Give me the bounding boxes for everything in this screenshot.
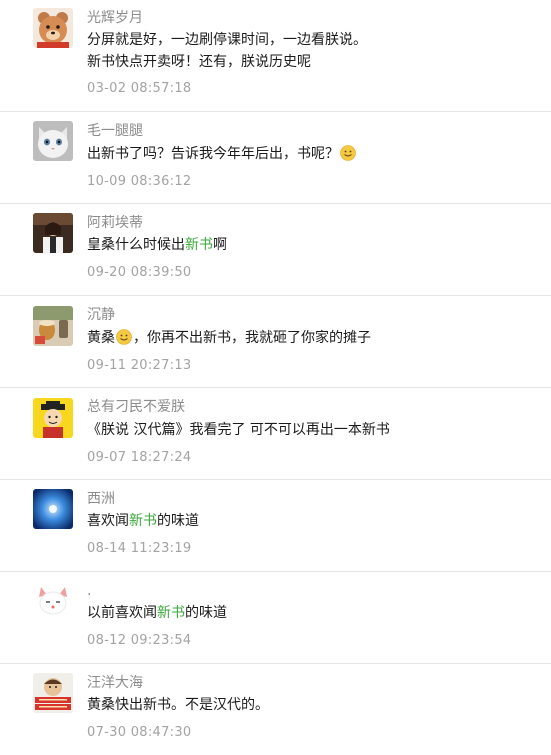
- bear-avatar-icon: [33, 8, 73, 48]
- commenter-name[interactable]: 总有刁民不爱朕: [87, 398, 185, 416]
- smile-emoji-icon: [116, 329, 132, 345]
- highlight-keyword[interactable]: 新书: [129, 513, 157, 529]
- comment-timestamp: 09-20 08:39:50: [87, 265, 192, 280]
- commenter-name[interactable]: 毛一腿腿: [87, 122, 143, 140]
- smile-emoji-icon: [340, 145, 356, 161]
- commenter-name[interactable]: 阿莉埃蒂: [87, 214, 143, 232]
- comment-text: 《朕说 汉代篇》我看完了 可不可以再出一本新书: [87, 422, 390, 438]
- avatar[interactable]: [33, 8, 73, 48]
- comment-timestamp: 03-02 08:57:18: [87, 81, 192, 96]
- comment-text: 以前喜欢闻新书的味道: [87, 605, 227, 621]
- comment-item: . 以前喜欢闻新书的味道 08-12 09:23:54: [0, 572, 551, 664]
- comment-timestamp: 09-07 18:27:24: [87, 450, 192, 465]
- comment-text: 喜欢闻新书的味道: [87, 513, 199, 529]
- blue-glow-avatar-icon: [33, 489, 73, 529]
- commenter-name[interactable]: 沉静: [87, 306, 115, 324]
- avatar[interactable]: [33, 673, 73, 713]
- comment-text: 黄桑 ，你再不出新书，我就砸了你家的摊子: [87, 329, 371, 346]
- cartoon-badge-avatar-icon: [33, 673, 73, 713]
- comment-item: 毛一腿腿 出新书了吗？告诉我今年年后出，书呢？ 10-09 08:36:12: [0, 112, 551, 204]
- comment-text: 分屏就是好，一边刷停课时间，一边看朕说。: [87, 32, 367, 48]
- comment-timestamp: 08-14 11:23:19: [87, 541, 192, 556]
- avatar[interactable]: [33, 581, 73, 621]
- comment-text: 出新书了吗？告诉我今年年后出，书呢？: [87, 144, 357, 164]
- comment-item: 总有刁民不爱朕 《朕说 汉代篇》我看完了 可不可以再出一本新书 09-07 18…: [0, 388, 551, 480]
- cat-avatar-icon: [33, 121, 73, 161]
- comment-text: 皇桑什么时候出新书啊: [87, 237, 227, 253]
- comment-timestamp: 10-09 08:36:12: [87, 174, 192, 189]
- comment-timestamp: 07-30 08:47:30: [87, 725, 192, 740]
- comment-list: 光辉岁月 分屏就是好，一边刷停课时间，一边看朕说。 新书快点开卖呀！还有，朕说历…: [0, 0, 551, 755]
- comment-item: 汪洋大海 黄桑快出新书。不是汉代的。 07-30 08:47:30: [0, 664, 551, 755]
- commenter-name[interactable]: 光辉岁月: [87, 9, 143, 27]
- comment-item: 西洲 喜欢闻新书的味道 08-14 11:23:19: [0, 480, 551, 572]
- comment-item: 沉静 黄桑 ，你再不出新书，我就砸了你家的摊子 09-11 20:27:13: [0, 296, 551, 388]
- commenter-name[interactable]: 西洲: [87, 490, 115, 508]
- comment-timestamp: 08-12 09:23:54: [87, 633, 192, 648]
- avatar[interactable]: [33, 121, 73, 161]
- commenter-name[interactable]: .: [87, 582, 91, 600]
- comment-item: 光辉岁月 分屏就是好，一边刷停课时间，一边看朕说。 新书快点开卖呀！还有，朕说历…: [0, 0, 551, 112]
- commenter-name[interactable]: 汪洋大海: [87, 674, 143, 692]
- comment-text: 黄桑快出新书。不是汉代的。: [87, 697, 269, 713]
- avatar[interactable]: [33, 489, 73, 529]
- drink-photo-avatar-icon: [33, 306, 73, 346]
- avatar[interactable]: [33, 213, 73, 253]
- comment-item: 阿莉埃蒂 皇桑什么时候出新书啊 09-20 08:39:50: [0, 204, 551, 296]
- emperor-cartoon-avatar-icon: [33, 398, 73, 438]
- comment-timestamp: 09-11 20:27:13: [87, 358, 192, 373]
- avatar[interactable]: [33, 306, 73, 346]
- highlight-keyword[interactable]: 新书: [185, 237, 213, 253]
- person-avatar-icon: [33, 213, 73, 253]
- highlight-keyword[interactable]: 新书: [157, 605, 185, 621]
- white-cat-cartoon-avatar-icon: [33, 581, 73, 621]
- avatar[interactable]: [33, 398, 73, 438]
- comment-text: 新书快点开卖呀！还有，朕说历史呢: [87, 54, 311, 70]
